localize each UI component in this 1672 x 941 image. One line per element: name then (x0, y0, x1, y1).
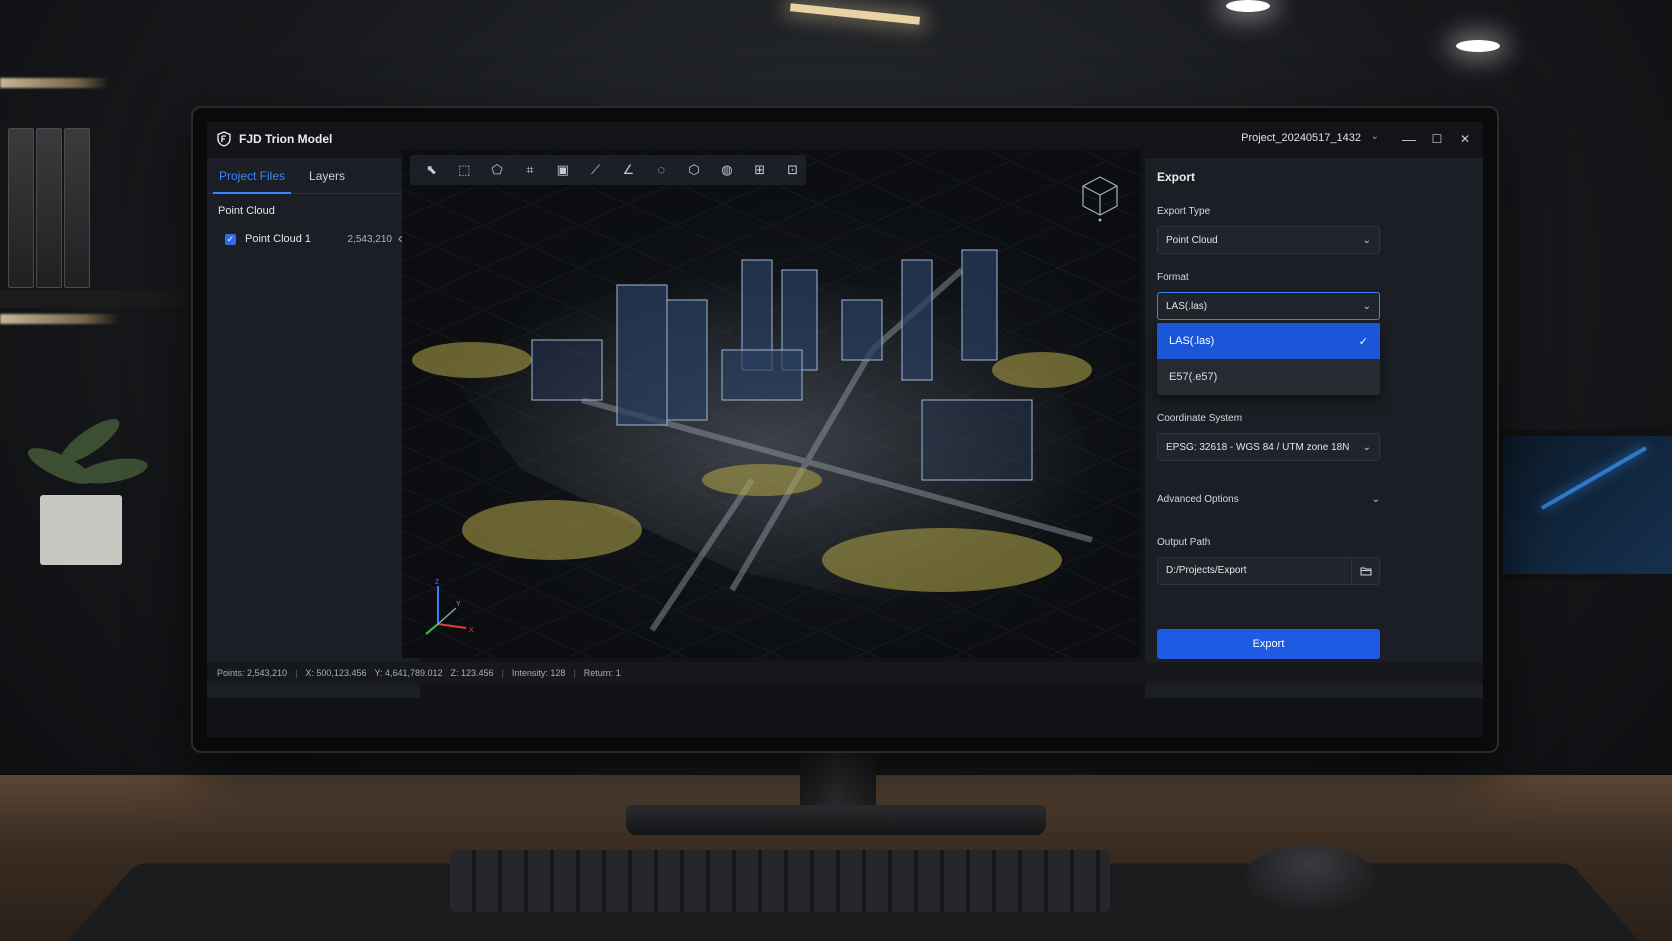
keyboard (450, 850, 1110, 912)
viewport-toolbar: ⬉ ⬚ ⬠ ⌗ ▣ ⟋ ∠ ◌ ⬡ ◍ ⊞ ⊡ (410, 155, 806, 185)
format-option-e57[interactable]: E57(.e57) (1157, 359, 1380, 395)
svg-text:X: X (469, 627, 474, 634)
visibility-checkbox[interactable]: ✓ (225, 233, 236, 245)
export-type-label: Export Type (1157, 206, 1211, 217)
chevron-down-icon: ⌄ (1362, 441, 1371, 453)
crop-icon[interactable]: ⌗ (516, 159, 543, 181)
coordinate-system-label: Coordinate System (1157, 413, 1243, 424)
coordinate-system-select[interactable]: EPSG: 32618 - WGS 84 / UTM zone 18N ⌄ (1157, 433, 1380, 461)
export-panel: Export Export Type Point Cloud ⌄ Format … (1145, 158, 1483, 698)
check-icon: ✓ (1358, 335, 1368, 348)
output-path-field (1157, 557, 1380, 585)
axis-gizmo-icon: Z X Y (425, 579, 474, 635)
status-x: X: 500,123.456 (305, 668, 367, 678)
option-label: LAS(.las) (1169, 335, 1215, 347)
status-separator: | (295, 668, 298, 678)
coordinate-system-value: EPSG: 32618 - WGS 84 / UTM zone 18N (1166, 441, 1350, 453)
project-panel: Project Files Layers Point Cloud ⌄ ✓ Poi… (207, 158, 420, 698)
format-label: Format (1157, 272, 1189, 283)
clip-box-icon[interactable]: ▣ (549, 159, 576, 181)
polygon-select-icon[interactable]: ⬠ (484, 159, 511, 181)
panel-tabs: Project Files Layers (207, 158, 420, 194)
shape-icon[interactable]: ⬡ (681, 159, 708, 181)
shelf (0, 290, 190, 308)
app-logo-icon (217, 131, 231, 147)
plant-leaf (76, 454, 150, 488)
binder (8, 128, 34, 288)
binder (36, 128, 62, 288)
3d-viewport[interactable]: ⬉ ⬚ ⬠ ⌗ ▣ ⟋ ∠ ◌ ⬡ ◍ ⊞ ⊡ Z X Y (402, 150, 1140, 658)
navigation-cube-icon[interactable] (1079, 174, 1121, 222)
folder-icon (1360, 567, 1371, 576)
export-button[interactable]: Export (1157, 629, 1380, 659)
binder (64, 128, 90, 288)
status-separator: | (573, 668, 576, 678)
output-path-label: Output Path (1157, 537, 1211, 548)
output-path-input[interactable] (1158, 558, 1351, 584)
status-intensity: Intensity: 128 (511, 668, 566, 678)
ceiling-light (789, 3, 921, 25)
export-type-select[interactable]: Point Cloud ⌄ (1157, 226, 1380, 254)
tab-layers[interactable]: Layers (303, 158, 351, 194)
list-item[interactable]: ✓ Point Cloud 1 2,543,210 (207, 228, 420, 250)
minimize-button[interactable]: — (1399, 129, 1419, 149)
app-title: FJD Trion Model (239, 132, 333, 146)
advanced-options-toggle[interactable]: Advanced Options ⌄ (1157, 489, 1380, 509)
browse-folder-button[interactable] (1351, 558, 1379, 584)
close-button[interactable]: ✕ (1455, 129, 1475, 149)
status-y: Y: 4,641,789.012 (374, 668, 443, 678)
point-cloud-render (412, 249, 1102, 632)
item-label: Point Cloud 1 (245, 233, 312, 245)
status-separator: | (501, 668, 504, 678)
status-bar: Points: 2,543,210 | X: 500,123.456 Y: 4,… (207, 662, 1483, 684)
status-return: Return: 1 (583, 668, 621, 678)
shelf-light (0, 78, 110, 88)
maximize-button[interactable]: ☐ (1427, 129, 1447, 149)
mesh-icon[interactable]: ◍ (713, 159, 740, 181)
format-option-las[interactable]: LAS(.las) ✓ (1157, 323, 1380, 359)
format-select[interactable]: LAS(.las) ⌄ (1157, 292, 1380, 320)
svg-text:Y: Y (456, 601, 461, 608)
format-value: LAS(.las) (1166, 300, 1208, 312)
monitor-stand-base (626, 805, 1046, 835)
export-type-value: Point Cloud (1166, 234, 1218, 246)
panel-title: Export (1157, 170, 1196, 184)
select-icon[interactable]: ⬉ (418, 159, 445, 181)
box-select-icon[interactable]: ⬚ (451, 159, 478, 181)
status-z: Z: 123.456 (450, 668, 494, 678)
status-points: Points: 2,543,210 (217, 668, 288, 678)
chevron-down-icon: ⌄ (1371, 493, 1380, 505)
plant-pot (40, 495, 122, 565)
background-monitor (1497, 430, 1672, 580)
shelf-light (0, 314, 120, 324)
advanced-options-label: Advanced Options (1157, 493, 1239, 505)
section-point-cloud[interactable]: Point Cloud ⌄ (207, 194, 420, 228)
section-label: Point Cloud (218, 205, 275, 217)
svg-text:Z: Z (435, 579, 440, 586)
chevron-down-icon: ⌄ (1362, 300, 1371, 312)
mouse (1245, 845, 1375, 909)
ceiling-lamp (1456, 40, 1500, 52)
grid-snap-icon[interactable]: ⊞ (746, 159, 773, 181)
app-window: FJD Trion Model Project_20240517_1432 ⌄ … (207, 122, 1483, 737)
point-count: 2,543,210 (347, 233, 393, 245)
tab-project-files[interactable]: Project Files (213, 158, 292, 194)
area-icon[interactable]: ◌ (648, 159, 675, 181)
angle-icon[interactable]: ∠ (615, 159, 642, 181)
measure-icon[interactable]: ⟋ (582, 159, 609, 181)
format-dropdown: LAS(.las) ✓ E57(.e57) (1157, 323, 1380, 395)
project-selector[interactable]: Project_20240517_1432 (1241, 132, 1361, 144)
chevron-down-icon: ⌄ (1362, 234, 1371, 246)
screenshot-icon[interactable]: ⊡ (779, 159, 806, 181)
chevron-down-icon[interactable]: ⌄ (1371, 131, 1379, 142)
ceiling-lamp (1226, 0, 1270, 12)
option-label: E57(.e57) (1169, 371, 1218, 383)
